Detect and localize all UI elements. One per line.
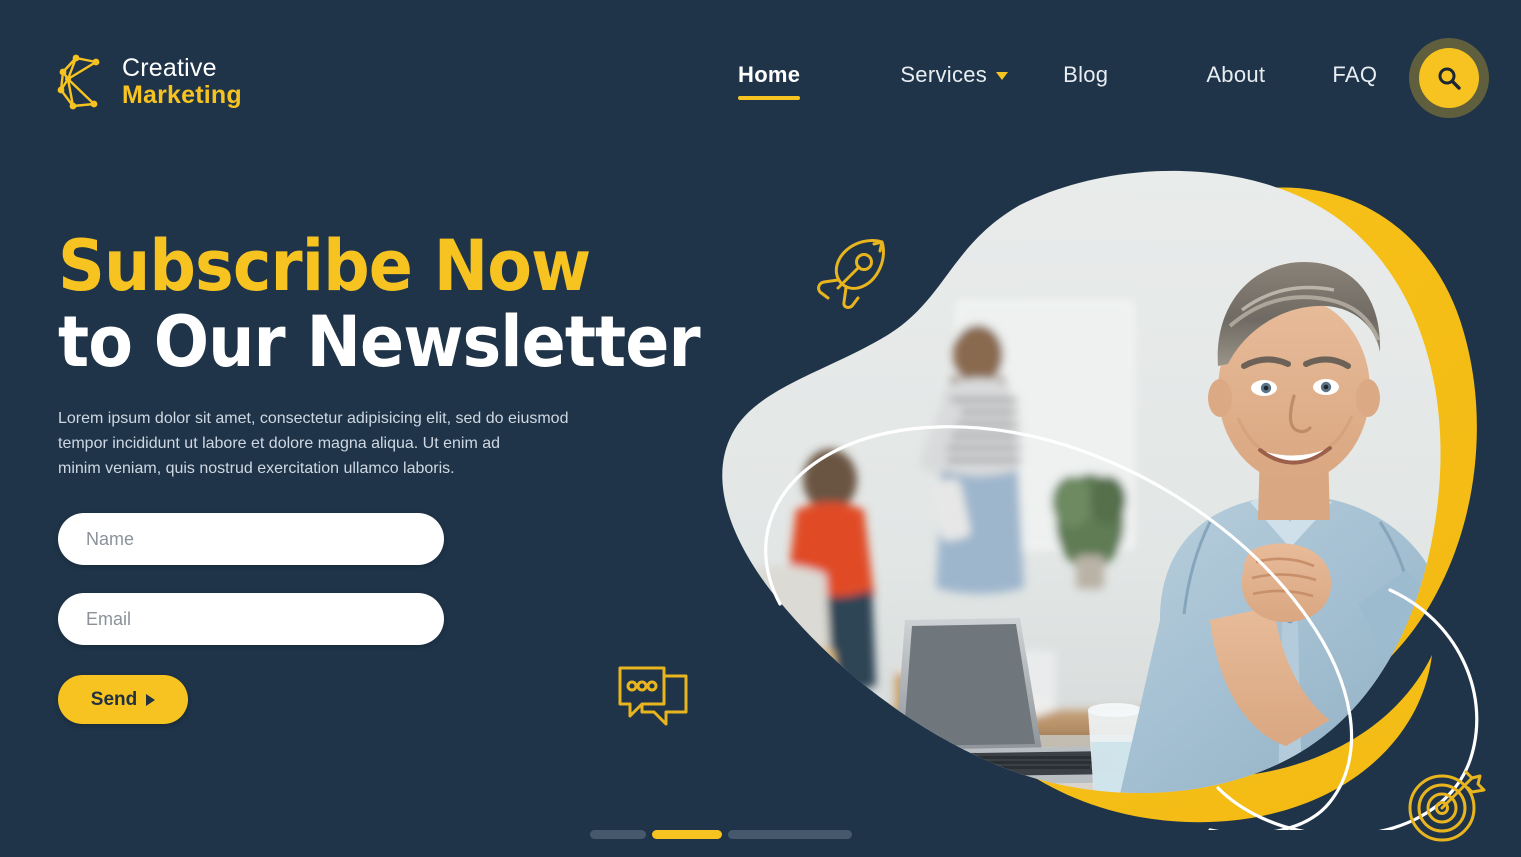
chevron-down-icon	[996, 72, 1009, 81]
hero-paragraph-line-3: minim veniam, quis nostrud exercitation …	[58, 460, 455, 477]
target-dart-icon	[1404, 762, 1488, 849]
send-button-label: Send	[90, 688, 138, 710]
play-arrow-icon	[146, 693, 156, 706]
hero-paragraph-line-1: Lorem ipsum dolor sit amet, consectetur …	[58, 410, 569, 427]
nav-label-blog: Blog	[1063, 62, 1109, 87]
rocket-icon	[812, 236, 892, 319]
brand-name-line2: Marketing	[122, 81, 242, 109]
nav-label-services: Services	[900, 62, 988, 87]
main-navigation: Home Services Blog About FAQ	[738, 58, 1377, 100]
name-input[interactable]	[58, 513, 444, 565]
carousel-segment-2[interactable]	[652, 830, 722, 839]
nav-item-about[interactable]: About	[1206, 58, 1265, 100]
hero-paragraph-line-2: tempor incididunt ut labore et dolore ma…	[58, 435, 501, 452]
nav-item-services[interactable]: Services	[900, 58, 1009, 100]
carousel-segment-1[interactable]	[590, 830, 646, 839]
search-button-core	[1419, 48, 1479, 108]
nav-item-home[interactable]: Home	[738, 58, 801, 100]
hero-content: Subscribe Now to Our Newsletter Lorem ip…	[58, 228, 758, 724]
site-header: Creative Marketing Home Services Blog Ab…	[0, 0, 1521, 160]
chat-bubbles-icon	[612, 662, 694, 743]
nav-label-home: Home	[738, 62, 801, 87]
page-title: Subscribe Now to Our Newsletter	[58, 228, 709, 380]
hero-paragraph: Lorem ipsum dolor sit amet, consectetur …	[58, 406, 618, 481]
nav-label-faq: FAQ	[1332, 62, 1378, 87]
brand-logo[interactable]: Creative Marketing	[56, 52, 242, 112]
active-nav-underline	[738, 96, 801, 100]
nav-label-about: About	[1206, 62, 1266, 87]
search-button[interactable]	[1409, 38, 1489, 118]
headline-line-1: Subscribe Now	[58, 225, 591, 307]
nav-item-faq[interactable]: FAQ	[1332, 58, 1377, 100]
search-icon	[1438, 67, 1461, 90]
brand-name-line1: Creative	[122, 54, 217, 82]
email-input[interactable]	[58, 593, 444, 645]
network-c-logo-icon	[56, 52, 108, 112]
headline-line-2: to Our Newsletter	[58, 301, 701, 383]
landing-page: Creative Marketing Home Services Blog Ab…	[0, 0, 1521, 857]
carousel-segment-3[interactable]	[728, 830, 852, 839]
carousel-indicator	[590, 830, 852, 839]
nav-item-blog[interactable]: Blog	[1063, 58, 1108, 100]
send-button[interactable]: Send	[58, 675, 188, 724]
